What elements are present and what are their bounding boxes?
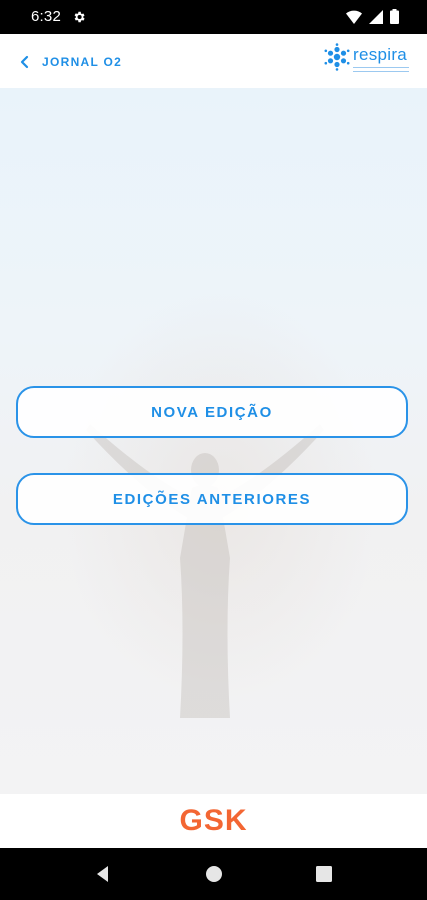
battery-icon [390,9,399,24]
respira-logo: respira [323,43,409,81]
back-triangle-icon[interactable] [93,864,113,884]
new-edition-label: NOVA EDIÇÃO [151,403,273,421]
recents-square-icon[interactable] [314,864,334,884]
page-title: JORNAL O2 [42,55,123,69]
logo-text: respira [353,45,408,64]
previous-editions-label: EDIÇÕES ANTERIORES [112,490,312,508]
status-time: 6:32 [31,8,61,25]
logo-tagline-lines [353,67,409,68]
home-circle-icon[interactable] [204,864,224,884]
previous-editions-button[interactable]: EDIÇÕES ANTERIORES [16,473,408,525]
gear-icon [74,11,85,23]
system-nav-bar [0,848,427,900]
status-bar: 6:32 [0,0,427,34]
signal-icon [369,9,383,24]
status-icons [346,9,399,24]
main-content: NOVA EDIÇÃO EDIÇÕES ANTERIORES [0,88,427,794]
new-edition-button[interactable]: NOVA EDIÇÃO [16,386,408,438]
gsk-logo: GSK [179,804,248,837]
background-person-image [86,424,324,718]
footer: GSK [0,794,427,848]
respira-logo-icon [324,43,350,71]
app-header: JORNAL O2 respira [0,34,427,88]
wifi-icon [346,10,362,24]
back-button[interactable]: JORNAL O2 [18,52,122,72]
chevron-left-icon[interactable] [18,55,32,69]
